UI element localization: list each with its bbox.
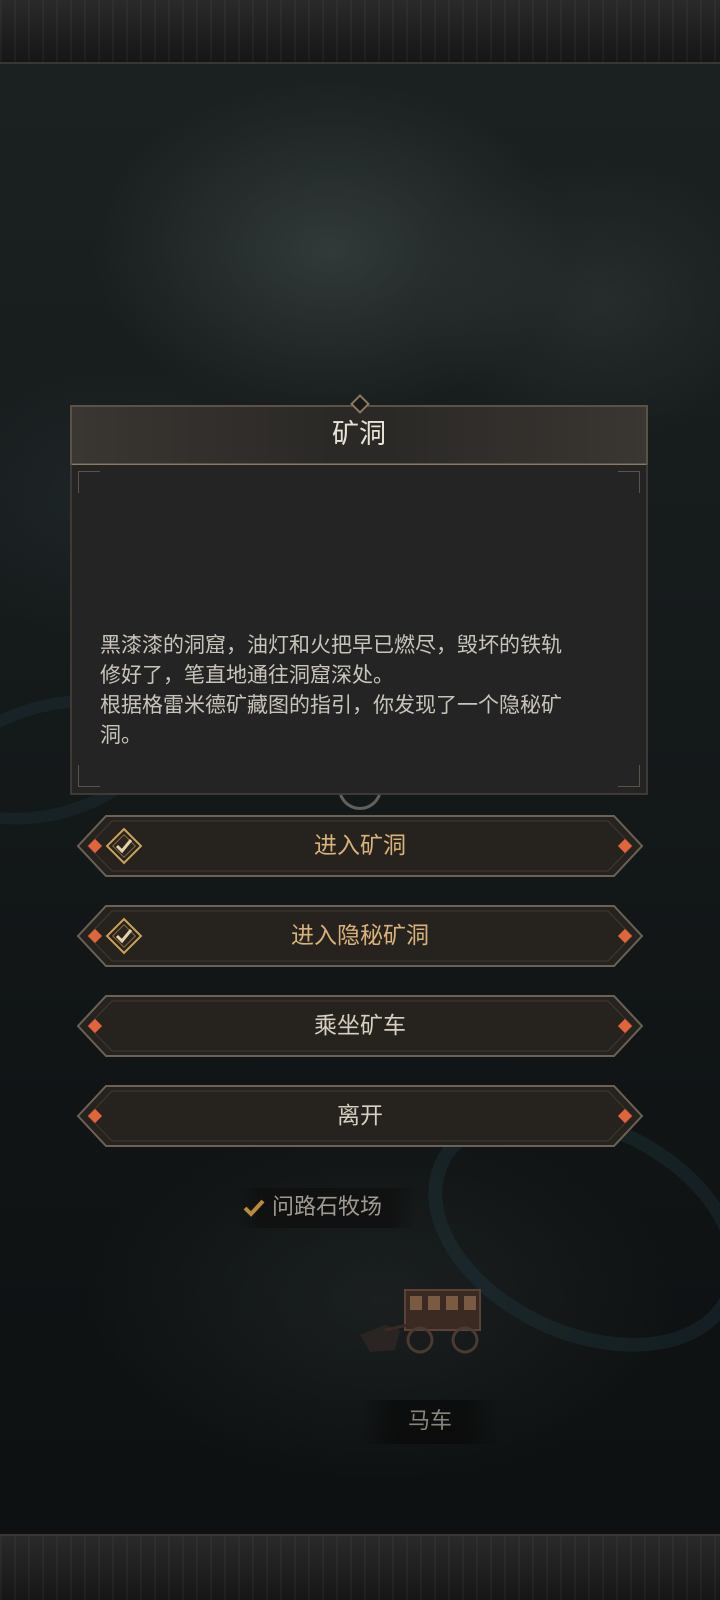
- corner-ornament: [618, 471, 640, 493]
- wagon-icon[interactable]: [350, 1280, 500, 1370]
- option-label: 进入矿洞: [314, 833, 406, 859]
- map-background: 马车 问路石牧场: [0, 0, 720, 1600]
- checkmark-icon: [243, 1199, 265, 1217]
- dialog-header: 矿洞: [70, 394, 648, 465]
- leave-button[interactable]: 离开: [76, 1084, 644, 1148]
- route-waypoint[interactable]: 问路石牧场: [236, 1188, 416, 1228]
- dialog-title: 矿洞: [332, 419, 386, 450]
- enter-hidden-mine-button[interactable]: 进入隐秘矿洞: [76, 904, 644, 968]
- ride-minecart-button[interactable]: 乘坐矿车: [76, 994, 644, 1058]
- option-label: 进入隐秘矿洞: [291, 923, 429, 949]
- wagon-label[interactable]: 马车: [360, 1400, 500, 1444]
- event-dialog: 矿洞 黑漆漆的洞窟，油灯和火把早已燃尽，毁坏的铁轨 修好了，笔直地通往洞窟深处。…: [70, 394, 648, 795]
- option-label: 乘坐矿车: [314, 1013, 406, 1039]
- corner-ornament: [78, 471, 100, 493]
- bottom-ornament-frame: [0, 1534, 720, 1600]
- enter-mine-button[interactable]: 进入矿洞: [76, 814, 644, 878]
- dialog-body: 黑漆漆的洞窟，油灯和火把早已燃尽，毁坏的铁轨 修好了，笔直地通往洞窟深处。 根据…: [70, 465, 648, 795]
- route-label: 问路石牧场: [272, 1195, 383, 1220]
- corner-ornament: [78, 765, 100, 787]
- top-ornament-frame: [0, 0, 720, 64]
- option-label: 离开: [337, 1103, 383, 1129]
- corner-ornament: [618, 765, 640, 787]
- dialog-description: 黑漆漆的洞窟，油灯和火把早已燃尽，毁坏的铁轨 修好了，笔直地通往洞窟深处。 根据…: [100, 633, 562, 747]
